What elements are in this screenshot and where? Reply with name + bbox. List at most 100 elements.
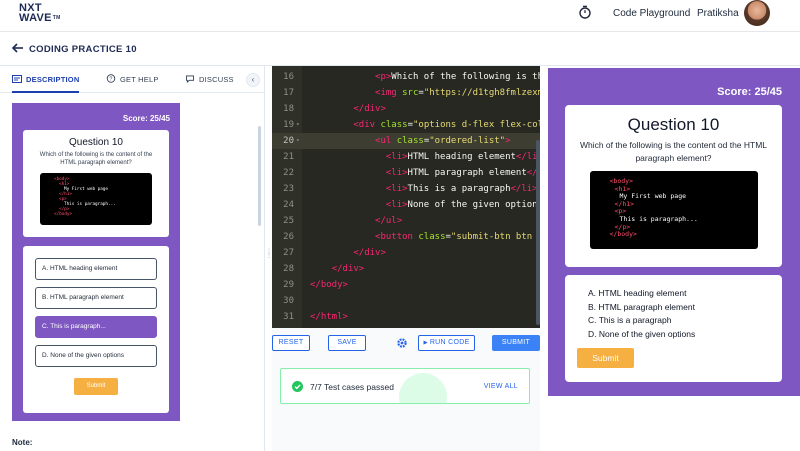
output-score: Score: 25/45 — [717, 86, 782, 98]
code-line[interactable]: 21 <li>HTML heading element</li> — [272, 149, 540, 165]
line-number: 26 — [283, 232, 294, 242]
code-text: <div class="options d-flex flex-colum — [353, 120, 540, 130]
tab-get-help[interactable]: ? GET HELP — [106, 66, 159, 93]
preview-question-title: Question 10 — [69, 137, 123, 148]
description-scrollbar[interactable] — [258, 126, 261, 226]
output-option-c[interactable]: C. This is a paragraph — [588, 315, 671, 325]
output-submit-button[interactable]: Submit — [577, 348, 634, 368]
code-line[interactable]: 18 </div> — [272, 101, 540, 117]
code-editor[interactable]: 16 <p>Which of the following is the 17 <… — [272, 66, 540, 328]
code-line[interactable]: 20 ▾ <ul class="ordered-list"> — [272, 133, 540, 149]
save-button[interactable]: SAVE — [328, 335, 366, 351]
collapse-panel-button[interactable]: ‹ — [246, 73, 260, 87]
output-option-a[interactable]: A. HTML heading element — [588, 288, 686, 298]
svg-text:?: ? — [109, 77, 112, 83]
code-text: </div> — [353, 104, 386, 114]
code-text: </ul> — [375, 216, 403, 226]
code-line[interactable]: 19 ▾ <div class="options d-flex flex-colu… — [272, 117, 540, 133]
code-line[interactable]: 23 <li>This is a paragraph</li> — [272, 181, 540, 197]
code-text: <p>Which of the following is the — [375, 72, 540, 82]
preview-options-card: A. HTML heading element B. HTML paragrap… — [23, 246, 169, 413]
code-line[interactable]: 22 <li>HTML paragraph element</li — [272, 165, 540, 181]
code-text: <ul class="ordered-list"> — [375, 136, 511, 146]
line-number: 29 — [283, 280, 294, 290]
user-name[interactable]: Pratiksha — [697, 8, 739, 19]
gear-icon[interactable] — [396, 337, 408, 349]
code-image-line: </h1> — [614, 199, 635, 208]
tab-get-help-label: GET HELP — [120, 75, 159, 84]
line-number: 31 — [283, 312, 294, 322]
tab-description[interactable]: DESCRIPTION — [12, 66, 80, 93]
preview-question-text: Which of the following is the content of… — [39, 152, 153, 166]
logo-line2: WAVE — [19, 12, 52, 24]
code-line[interactable]: 29 </body> — [272, 277, 540, 293]
run-code-button[interactable]: ▶ RUN CODE — [418, 335, 475, 351]
code-line[interactable]: 28 </div> — [272, 261, 540, 277]
description-icon — [12, 75, 22, 83]
tab-discuss[interactable]: DISCUSS — [185, 66, 234, 93]
editor-scrollbar[interactable] — [536, 140, 540, 325]
description-panel: DESCRIPTION ? GET HELP DISCUSS ‹ Score: 2… — [0, 66, 265, 451]
run-code-label: RUN CODE — [429, 339, 470, 346]
output-question-title: Question 10 — [627, 115, 720, 134]
code-playground-link[interactable]: Code Playground — [613, 8, 690, 19]
line-number: 25 — [283, 216, 294, 226]
output-option-d[interactable]: D. None of the given options — [588, 329, 695, 339]
code-text: </div> — [353, 248, 386, 258]
preview-option-b: B. HTML paragraph element — [35, 287, 157, 309]
nxtwave-logo[interactable]: NXT WAVETM — [19, 3, 63, 25]
output-option-b[interactable]: B. HTML paragraph element — [588, 302, 695, 312]
top-navbar: NXT WAVETM Code Playground Pratiksha — [0, 0, 800, 32]
timer-icon[interactable] — [578, 5, 592, 19]
code-line[interactable]: 17 <img src="https://d1tgh8fmlzexmh — [272, 85, 540, 101]
line-number: 19 — [283, 120, 294, 130]
submit-button[interactable]: SUBMIT — [492, 335, 540, 351]
line-number: 27 — [283, 248, 294, 258]
back-arrow-icon[interactable] — [11, 41, 25, 55]
tab-discuss-label: DISCUSS — [199, 75, 234, 84]
preview-option-c: C. This is paragraph... — [35, 316, 157, 338]
code-line[interactable]: 25 </ul> — [272, 213, 540, 229]
preview-code-image: <body> <h1> My First web page </h1> <p> This … — [40, 173, 152, 225]
tab-description-label: DESCRIPTION — [26, 75, 80, 84]
view-all-link[interactable]: VIEW ALL — [484, 383, 518, 390]
chevron-left-icon: ‹ — [251, 75, 255, 84]
preview-option-d: D. None of the given options — [35, 345, 157, 367]
code-text: </html> — [310, 312, 348, 322]
code-image-line: This is paragraph... — [619, 214, 698, 223]
code-line[interactable]: 26 <button class="submit-btn btn b — [272, 229, 540, 245]
line-number: 16 — [283, 72, 294, 82]
page-title: CODING PRACTICE 10 — [29, 44, 137, 55]
chat-icon — [186, 75, 194, 83]
line-number: 30 — [283, 296, 294, 306]
code-line[interactable]: 30 — [272, 293, 540, 309]
preview-question-card: Question 10 Which of the following is th… — [23, 130, 169, 237]
code-image-line: <body> — [609, 177, 633, 185]
avatar[interactable] — [744, 0, 770, 26]
fold-arrow-icon[interactable]: ▾ — [296, 133, 300, 149]
note-heading: Note: — [12, 438, 33, 447]
code-line[interactable]: 31 </html> — [272, 309, 540, 325]
fold-arrow-icon[interactable]: ▾ — [296, 117, 300, 133]
line-number: 17 — [283, 88, 294, 98]
logo-tm: TM — [52, 15, 61, 21]
test-result-text: 7/7 Test cases passed — [310, 382, 394, 392]
output-preview: Score: 25/45 Question 10 Which of the fo… — [548, 68, 800, 396]
preview-submit-button: Submit — [74, 378, 118, 395]
line-number: 22 — [283, 168, 294, 178]
output-options-list: A. HTML heading element B. HTML paragrap… — [565, 275, 782, 382]
line-number: 18 — [283, 104, 294, 114]
preview-image: Score: 25/45 Question 10 Which of the fo… — [12, 103, 180, 421]
code-line[interactable]: 24 <li>None of the given options</ — [272, 197, 540, 213]
preview-option-a: A. HTML heading element — [35, 258, 157, 280]
reset-button[interactable]: RESET — [272, 335, 310, 351]
resize-handle[interactable]: ⋮ ⋮ — [266, 249, 272, 268]
code-line[interactable]: 16 <p>Which of the following is the — [272, 69, 540, 85]
code-text: <li>HTML paragraph element</li — [385, 168, 540, 178]
success-watermark-icon — [399, 373, 447, 403]
line-number: 21 — [283, 152, 294, 162]
code-line[interactable]: 27 </div> — [272, 245, 540, 261]
line-number: 24 — [283, 200, 294, 210]
line-number: 20 — [283, 136, 294, 146]
code-image-line: </body> — [54, 212, 73, 217]
